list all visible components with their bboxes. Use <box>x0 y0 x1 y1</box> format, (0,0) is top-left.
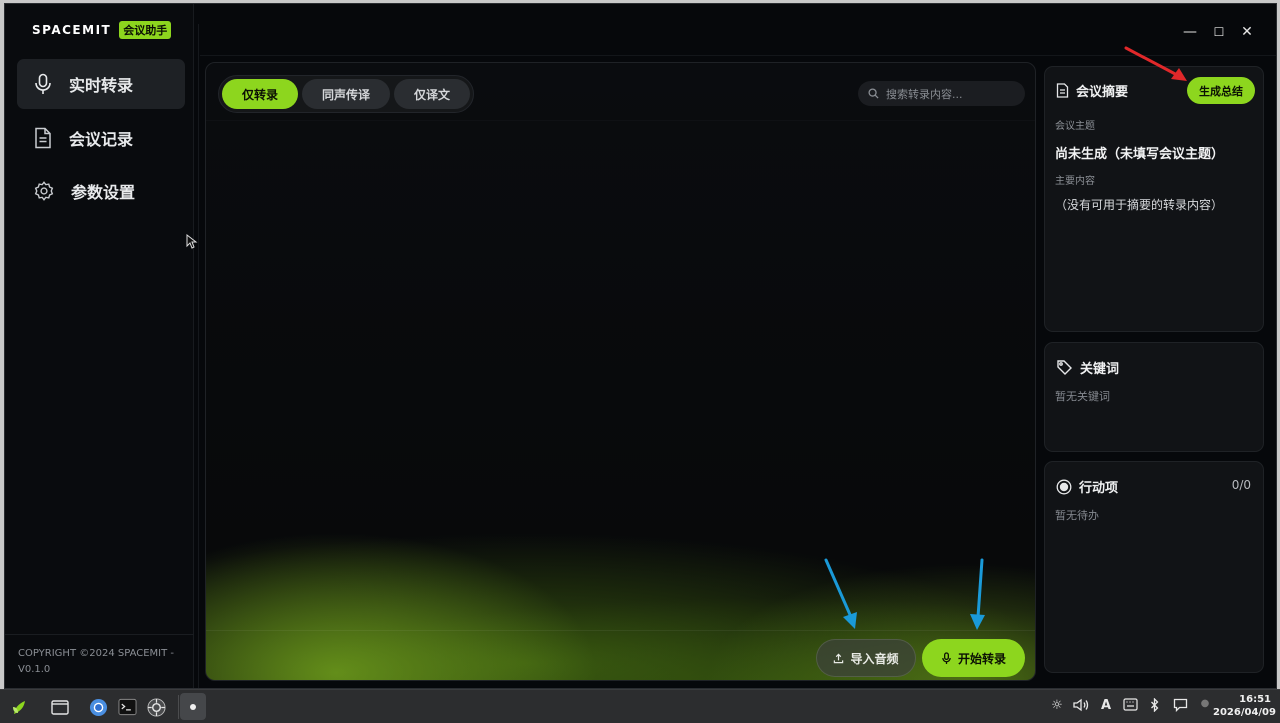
sidebar-divider <box>5 634 194 635</box>
chromium-browser-button[interactable] <box>87 696 109 718</box>
mode-tabs: 仅转录 同声传译 仅译文 <box>218 75 475 113</box>
content-label: 主要内容 <box>1055 176 1095 187</box>
notification-icon[interactable] <box>1171 698 1189 716</box>
panel-divider <box>206 120 1035 121</box>
maximize-button[interactable]: ☐ <box>1211 24 1227 40</box>
annotation-arrow-red-icon <box>1124 46 1187 81</box>
taskbar: ☼ A ● 16:51 2026/04/09 <box>0 689 1280 723</box>
task-view-button[interactable] <box>49 696 71 718</box>
microphone-icon <box>35 73 51 94</box>
sidebar-item-label: 参数设置 <box>71 183 136 202</box>
upload-icon <box>834 653 844 663</box>
keywords-card: 关键词 暂无关键词 <box>1044 342 1264 452</box>
leaf-logo-icon <box>13 701 25 714</box>
sidebar-item-settings[interactable]: 参数设置 <box>17 166 185 216</box>
copyright-text: COPYRIGHT ©2024 SPACEMIT - V0.1.0 <box>18 646 178 678</box>
logo-badge: 会议助手 <box>119 21 172 39</box>
sidebar-border <box>198 24 199 688</box>
tab-simultaneous-interpretation[interactable]: 同声传译 <box>302 79 391 109</box>
action-items-title: 行动项 <box>1056 477 1118 496</box>
content-value: （没有可用于摘要的转录内容） <box>1055 198 1224 212</box>
keywords-empty: 暂无关键词 <box>1055 390 1110 403</box>
start-transcription-button[interactable]: 开始转录 <box>922 639 1025 677</box>
volume-icon[interactable] <box>1072 698 1090 716</box>
import-audio-button[interactable]: 导入音频 <box>816 639 916 677</box>
search-icon <box>868 88 879 99</box>
clock-date: 2026/04/09 <box>1213 707 1276 718</box>
summary-title: 会议摘要 <box>1056 81 1128 100</box>
tab-transcribe-only[interactable]: 仅转录 <box>222 79 299 109</box>
action-items-empty: 暂无待办 <box>1055 509 1099 522</box>
search-placeholder: 搜索转录内容... <box>886 87 963 101</box>
terminal-button[interactable] <box>116 696 138 718</box>
keywords-title: 关键词 <box>1056 358 1119 377</box>
logo-text: SPACEMIT <box>32 23 112 37</box>
action-items-count: 0/0 <box>1231 478 1251 492</box>
tag-icon <box>1057 360 1072 375</box>
settings-app-button[interactable] <box>145 696 167 718</box>
action-items-card: 行动项 0/0 暂无待办 <box>1044 461 1264 673</box>
microphone-icon <box>942 651 951 664</box>
radio-target-icon <box>1056 479 1072 494</box>
bluetooth-icon[interactable] <box>1146 697 1164 716</box>
summary-title-text: 会议摘要 <box>1076 85 1129 100</box>
topic-value: 尚未生成（未填写会议主题） <box>1055 147 1225 162</box>
sidebar-item-label: 实时转录 <box>69 76 134 95</box>
transcript-panel: 仅转录 同声传译 仅译文 搜索转录内容... 导入音频 开始转录 <box>205 62 1036 681</box>
search-input[interactable]: 搜索转录内容... <box>858 81 1025 106</box>
chromium-icon <box>89 698 107 716</box>
version-line: V0.1.0 <box>18 664 51 675</box>
copyright-line: COPYRIGHT ©2024 SPACEMIT - <box>18 648 175 659</box>
status-dot-icon: ● <box>1200 698 1210 709</box>
taskbar-separator <box>178 695 179 719</box>
sidebar-item-meeting-records[interactable]: 会议记录 <box>17 113 185 163</box>
app-logo: SPACEMIT 会议助手 <box>32 21 172 39</box>
minimize-button[interactable]: — <box>1182 24 1198 40</box>
active-app-indicator-icon <box>182 696 204 718</box>
import-audio-label: 导入音频 <box>850 651 899 666</box>
annotation-arrow-blue-import-icon <box>824 558 857 629</box>
brightness-icon[interactable]: ☼ <box>1048 698 1066 713</box>
clock-time: 16:51 <box>1239 694 1271 705</box>
tab-translation-only[interactable]: 仅译文 <box>394 79 471 109</box>
keywords-title-text: 关键词 <box>1080 362 1120 377</box>
topic-label: 会议主题 <box>1055 121 1095 132</box>
titlebar-divider <box>200 55 1276 56</box>
document-icon <box>1056 83 1069 98</box>
window-icon <box>51 699 69 715</box>
input-method-indicator[interactable]: A <box>1097 698 1115 713</box>
gear-icon <box>34 181 54 201</box>
settings-dial-icon <box>146 697 166 717</box>
bottom-divider <box>206 630 1035 631</box>
app-window: SPACEMIT 会议助手 实时转录 会议记录 参数设置 COPYRIGHT ©… <box>4 3 1277 689</box>
sidebar: SPACEMIT 会议助手 实时转录 会议记录 参数设置 COPYRIGHT ©… <box>5 4 194 688</box>
mouse-cursor-icon <box>186 233 198 249</box>
summary-card: 会议摘要 生成总结 会议主题 尚未生成（未填写会议主题） 主要内容 （没有可用于… <box>1044 66 1264 332</box>
terminal-icon <box>117 698 137 716</box>
action-items-title-text: 行动项 <box>1079 481 1119 496</box>
annotation-arrow-blue-start-icon <box>970 558 985 630</box>
sidebar-item-label: 会议记录 <box>69 130 134 149</box>
close-button[interactable]: ✕ <box>1239 24 1255 40</box>
start-menu-button[interactable] <box>9 696 31 718</box>
generate-summary-button[interactable]: 生成总结 <box>1187 77 1255 104</box>
taskbar-clock[interactable]: 16:51 2026/04/09 <box>1213 693 1276 719</box>
sidebar-item-realtime-transcription[interactable]: 实时转录 <box>17 59 185 109</box>
keyboard-icon[interactable] <box>1121 698 1139 715</box>
start-transcription-label: 开始转录 <box>957 651 1006 666</box>
document-icon <box>35 127 51 149</box>
